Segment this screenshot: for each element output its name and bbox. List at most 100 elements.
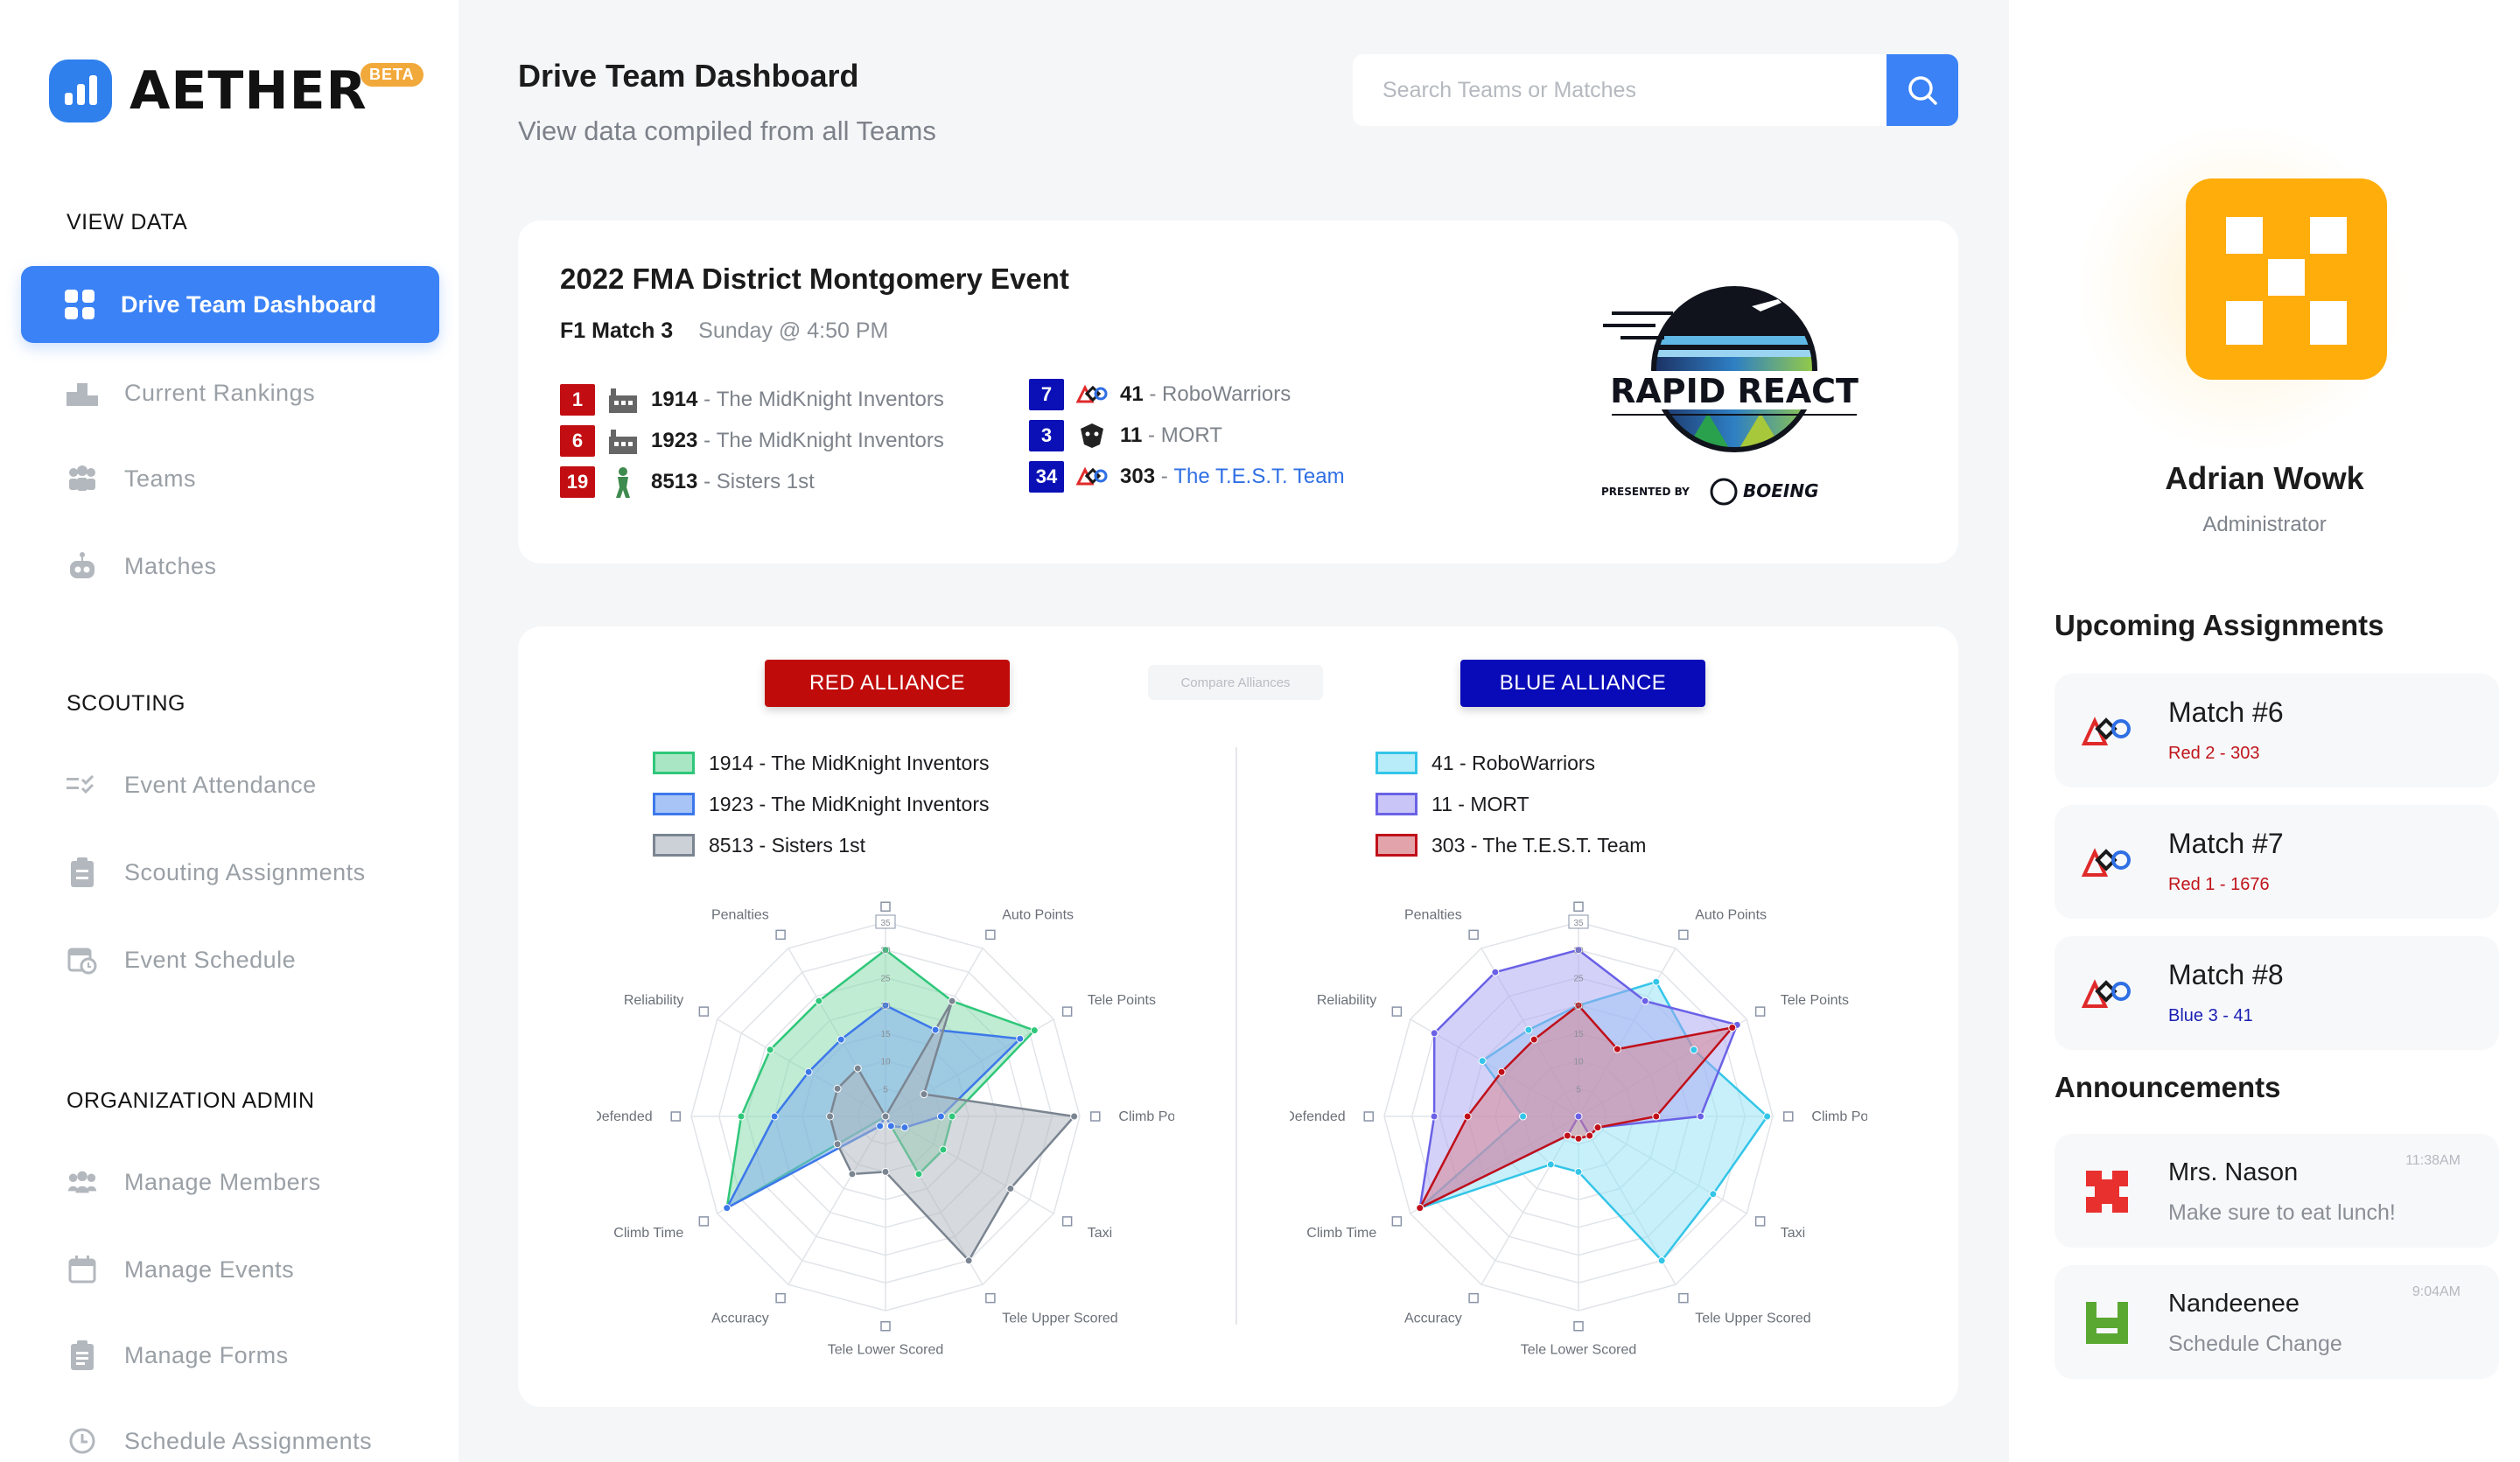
team-number: 41: [1120, 382, 1144, 406]
nav-manage-members[interactable]: Manage Members: [66, 1167, 321, 1197]
announcement-card[interactable]: Mrs. Nason Make sure to eat lunch! 11:38…: [2054, 1134, 2499, 1248]
compare-alliances-button[interactable]: Compare Alliances: [1148, 665, 1323, 700]
nav-label: Matches: [124, 552, 217, 579]
app-logo[interactable]: AETHER: [49, 59, 368, 122]
assignment-title: Match #8: [2168, 959, 2284, 990]
team-logo-icon: [2086, 1171, 2128, 1213]
search-button[interactable]: [1886, 54, 1958, 126]
nav-current-rankings[interactable]: Current Rankings: [66, 378, 315, 408]
search-icon: [1908, 76, 1937, 105]
series-point: [931, 1025, 940, 1034]
axis-label: Tele Points: [1088, 993, 1156, 1008]
legend-item[interactable]: 303 - The T.E.S.T. Team: [1376, 829, 1646, 861]
legend-label: 1914 - The MidKnight Inventors: [709, 751, 990, 774]
team-icon: [66, 464, 98, 493]
red-alliance-button[interactable]: RED ALLIANCE: [765, 660, 1010, 707]
clock-icon: [66, 1426, 98, 1456]
checklist-icon: [66, 770, 98, 800]
avatar[interactable]: [2186, 178, 2387, 380]
legend-item[interactable]: 1923 - The MidKnight Inventors: [653, 788, 989, 820]
axis-marker: [1678, 929, 1689, 941]
series-point: [881, 1167, 890, 1176]
series-point: [1030, 1026, 1039, 1035]
axis-marker: [1061, 1216, 1073, 1227]
legend-item[interactable]: 1914 - The MidKnight Inventors: [653, 747, 989, 779]
app-name: AETHER: [130, 60, 368, 122]
match-info: F1 Match 3 Sunday @ 4:50 PM: [560, 318, 888, 344]
nav-schedule-assignments[interactable]: Schedule Assignments: [66, 1426, 372, 1456]
axis-label: Auto Points: [1002, 907, 1074, 922]
nav-teams[interactable]: Teams: [66, 464, 196, 493]
legend-swatch: [1376, 793, 1418, 815]
assignment-detail: Red 2 - 303: [2168, 744, 2260, 763]
announcement-message: Schedule Change: [2168, 1332, 2342, 1356]
mort-logo-icon: [1076, 420, 1108, 451]
blue-alliance-button[interactable]: BLUE ALLIANCE: [1460, 660, 1705, 707]
axis-marker: [1468, 929, 1479, 941]
rapid-react-logo: RAPID REACT PRESENTED BY BOEING: [1577, 286, 1892, 506]
legend-item[interactable]: 41 - RoboWarriors: [1376, 747, 1595, 779]
series-point: [737, 1112, 746, 1121]
axis-marker: [775, 1292, 786, 1304]
tick-label: 25: [880, 974, 891, 983]
axis-label: Accuracy: [1404, 1312, 1462, 1326]
robot-icon: [66, 551, 98, 581]
nav-manage-events[interactable]: Manage Events: [66, 1255, 294, 1284]
user-name: Adrian Wowk: [2165, 460, 2364, 496]
nav-manage-forms[interactable]: Manage Forms: [66, 1340, 289, 1370]
blue-team-row[interactable]: 3 11 - MORT: [1029, 419, 1222, 452]
nav-event-schedule[interactable]: Event Schedule: [66, 945, 296, 975]
series-point: [833, 1084, 842, 1093]
team-name: RoboWarriors: [1162, 382, 1292, 406]
axis-label: Contributed Points: [828, 889, 943, 892]
nav-matches[interactable]: Matches: [66, 551, 217, 581]
axis-marker: [985, 1292, 996, 1304]
figure-logo-icon: [607, 466, 639, 498]
series-point: [1519, 1112, 1528, 1121]
upcoming-assignments-heading: Upcoming Assignments: [2054, 609, 2384, 641]
team-name-link[interactable]: The T.E.S.T. Team: [1173, 465, 1344, 489]
announcement-card[interactable]: Nandeenee Schedule Change 9:04AM: [2054, 1265, 2499, 1379]
legend-item[interactable]: 11 - MORT: [1376, 788, 1530, 820]
axis-label: Defended: [1290, 1109, 1346, 1124]
assignment-card[interactable]: Match #7 Red 1 - 1676: [2054, 805, 2499, 919]
seed-badge: 3: [1029, 420, 1064, 451]
nav-label: Drive Team Dashboard: [121, 290, 377, 318]
announcement-author: Mrs. Nason: [2168, 1158, 2299, 1186]
match-time: Sunday @ 4:50 PM: [698, 318, 889, 343]
legend-label: 8513 - Sisters 1st: [709, 833, 865, 857]
tick-label: 5: [1576, 1085, 1581, 1095]
search-input[interactable]: [1382, 77, 1886, 103]
legend-item[interactable]: 8513 - Sisters 1st: [653, 829, 865, 861]
axis-marker: [1468, 1292, 1479, 1304]
blue-team-row[interactable]: 7 41 - RoboWarriors: [1029, 378, 1291, 411]
nav-drive-team-dashboard[interactable]: Drive Team Dashboard: [21, 266, 439, 343]
divider: [1236, 747, 1237, 1325]
red-team-row[interactable]: 6 1923 - The MidKnight Inventors: [560, 424, 944, 458]
assignment-card[interactable]: Match #6 Red 2 - 303: [2054, 674, 2499, 787]
series-point: [833, 1140, 842, 1149]
right-panel: Adrian Wowk Administrator Upcoming Assig…: [2009, 0, 2520, 1462]
series-point: [1006, 1184, 1015, 1193]
axis-marker: [1391, 1216, 1403, 1227]
axis-marker: [1573, 1321, 1584, 1332]
series-point: [1574, 1134, 1583, 1143]
series-point: [1574, 1112, 1583, 1121]
tick-label: 10: [1573, 1058, 1584, 1067]
axis-marker: [880, 1321, 891, 1332]
axis-marker: [880, 901, 891, 912]
blue-team-row[interactable]: 34 303 - The T.E.S.T. Team: [1029, 460, 1345, 493]
assignment-card[interactable]: Match #8 Blue 3 - 41: [2054, 936, 2499, 1050]
red-team-row[interactable]: 19 8513 - Sisters 1st: [560, 465, 815, 499]
nav-event-attendance[interactable]: Event Attendance: [66, 770, 317, 800]
nav-scouting-assignments[interactable]: Scouting Assignments: [66, 857, 366, 887]
red-team-row[interactable]: 1 1914 - The MidKnight Inventors: [560, 383, 944, 416]
axis-marker: [1573, 901, 1584, 912]
beta-badge: BETA: [360, 63, 424, 87]
search-field[interactable]: [1353, 54, 1886, 126]
axis-marker: [698, 1006, 710, 1017]
series-point: [1657, 1256, 1666, 1265]
sponsor-name: BOEING: [1743, 480, 1819, 501]
nav-label: Manage Members: [124, 1168, 321, 1195]
series-point: [1497, 1067, 1506, 1076]
